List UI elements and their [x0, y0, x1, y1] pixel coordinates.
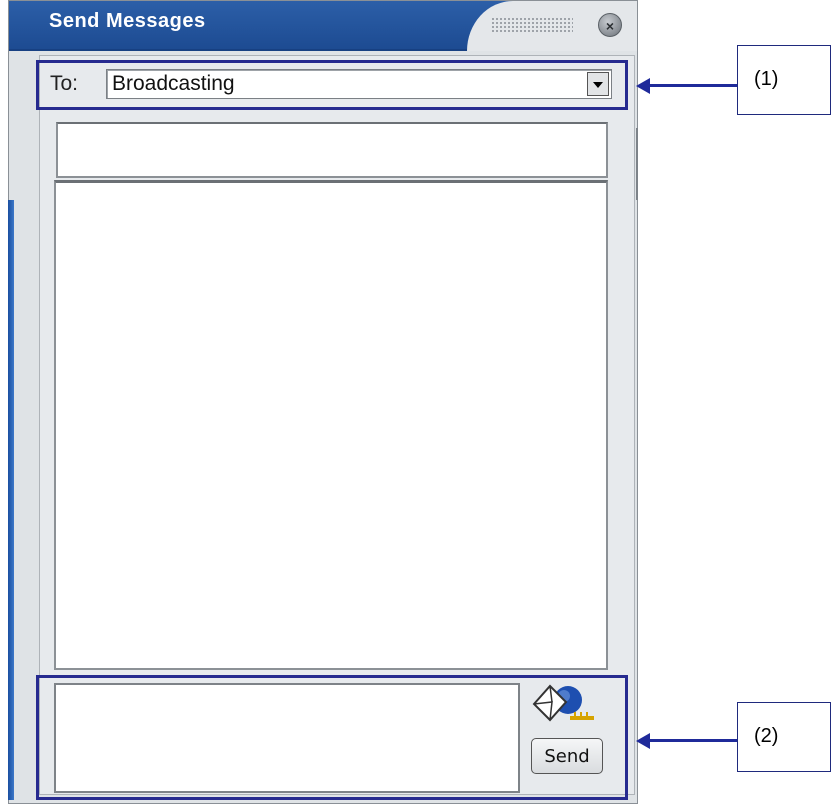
- subject-field[interactable]: [56, 122, 608, 178]
- title-bar[interactable]: Send Messages ×: [9, 1, 637, 51]
- close-icon: ×: [605, 18, 615, 34]
- callout-label-1: (1): [754, 68, 779, 90]
- close-button[interactable]: ×: [598, 13, 622, 37]
- callout-arrow-1: [650, 84, 738, 87]
- arrow-head-icon: [636, 78, 650, 94]
- callout-arrow-2: [650, 739, 738, 742]
- side-divider: [636, 128, 638, 200]
- callout-box-1: (1): [737, 45, 831, 115]
- callout-label-2: (2): [754, 725, 779, 747]
- callout-highlight-1: [36, 60, 628, 110]
- window-title: Send Messages: [49, 10, 206, 32]
- callout-highlight-2: [36, 675, 628, 800]
- message-history-area[interactable]: [54, 180, 608, 670]
- arrow-head-icon: [636, 733, 650, 749]
- callout-box-2: (2): [737, 702, 831, 772]
- grip-dots-icon[interactable]: [491, 17, 573, 33]
- window-left-accent: [8, 200, 14, 800]
